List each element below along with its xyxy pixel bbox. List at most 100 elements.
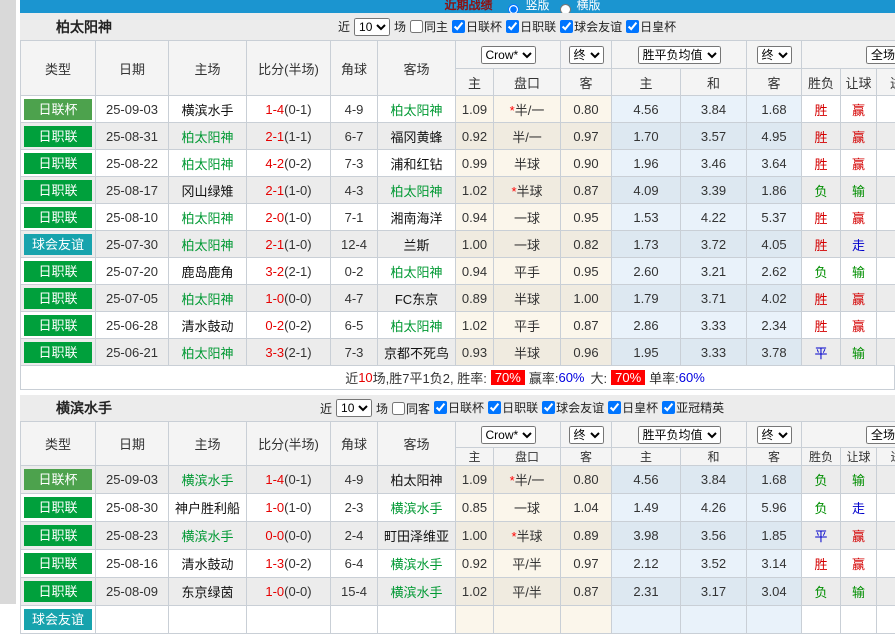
score-cell — [247, 606, 331, 634]
final-odds-select-2[interactable]: 终 — [757, 426, 792, 444]
same-venue-checkbox[interactable]: 同客 — [392, 400, 430, 417]
odds-company-select[interactable]: Crow* — [481, 426, 536, 444]
section-header: 柏太阳神 近 10 场 同主 日联杯日职联球会友谊日皇杯 — [20, 13, 895, 40]
sub-home-odds: 主 — [456, 448, 494, 466]
cup-checkbox[interactable]: 日皇杯 — [626, 18, 676, 35]
home-team-cell: 清水鼓动 — [169, 312, 247, 339]
home-team-link[interactable]: 神户胜利船 — [175, 501, 240, 516]
away-odds-cell: 1.00 — [561, 285, 612, 312]
corner-cell: 6-4 — [331, 550, 378, 578]
cup-filter-group: 日联杯日职联球会友谊日皇杯亚冠精英 — [430, 399, 724, 417]
away-team-link[interactable]: FC东京 — [395, 292, 438, 307]
sub-handicap: 盘口 — [494, 69, 561, 96]
home-team-link[interactable]: 鹿岛鹿角 — [181, 265, 233, 280]
corner-cell: 6-7 — [331, 123, 378, 150]
final-odds-select-1[interactable]: 终 — [569, 46, 604, 64]
over-rate-label: 大: — [591, 368, 608, 387]
home-team-link[interactable]: 东京绿茵 — [181, 585, 233, 600]
final-odds-select-2[interactable]: 终 — [757, 46, 792, 64]
away-team-link[interactable]: 町田泽维亚 — [384, 529, 449, 544]
home-team-link[interactable]: 清水鼓动 — [181, 319, 233, 334]
date-cell: 25-08-09 — [96, 578, 169, 606]
handicap-result: 输 — [852, 265, 865, 280]
away-team-link[interactable]: 横滨水手 — [390, 585, 442, 600]
final-odds-select-1[interactable]: 终 — [569, 426, 604, 444]
wdl-result: 平 — [814, 346, 827, 361]
home-odds-cell: 1.02 — [456, 312, 494, 339]
cup-checkbox[interactable]: 亚冠精英 — [662, 399, 724, 416]
home-team-link[interactable]: 柏太阳神 — [181, 346, 233, 361]
home-team-link[interactable]: 冈山绿雉 — [181, 184, 233, 199]
summary-record: 场,胜7平1负2, 胜率: — [373, 368, 487, 387]
col-date: 日期 — [96, 41, 169, 96]
col-date: 日期 — [96, 422, 169, 466]
away-team-link[interactable]: 横滨水手 — [390, 557, 442, 572]
cup-checkbox[interactable]: 球会友谊 — [560, 18, 622, 35]
handicap-cell: 平/半 — [494, 578, 561, 606]
away-team-link[interactable]: 柏太阳神 — [390, 184, 442, 199]
avg-odds-select[interactable]: 胜平负均值 — [638, 426, 721, 444]
scope-select[interactable]: 全场 — [866, 46, 895, 64]
home-team-link[interactable]: 柏太阳神 — [181, 238, 233, 253]
handicap-result-cell: 输 — [841, 339, 877, 366]
away-team-link[interactable]: 湘南海洋 — [390, 211, 442, 226]
wdl-result-cell: 胜 — [802, 123, 841, 150]
away-team-link[interactable]: 柏太阳神 — [390, 473, 442, 488]
away-team-link[interactable]: 兰斯 — [403, 238, 429, 253]
cup-checkbox[interactable]: 日职联 — [506, 18, 556, 35]
cup-checkbox[interactable]: 日联杯 — [452, 18, 502, 35]
away-team-link[interactable]: 柏太阳神 — [390, 319, 442, 334]
halftime-score: (2-1) — [284, 345, 311, 360]
cup-checkbox[interactable]: 日联杯 — [434, 399, 484, 416]
date-cell: 25-09-03 — [96, 466, 169, 494]
wdl-result: 胜 — [814, 211, 827, 226]
wdl-result-cell: 负 — [802, 578, 841, 606]
handicap-result: 走 — [852, 238, 865, 253]
date-cell: 25-06-21 — [96, 339, 169, 366]
filter-bar: 近 10 场 同主 日联杯日职联球会友谊日皇杯 — [338, 18, 676, 36]
home-team-link[interactable]: 柏太阳神 — [181, 211, 233, 226]
home-team-link[interactable]: 横滨水手 — [181, 103, 233, 118]
home-team-link[interactable]: 柏太阳神 — [181, 130, 233, 145]
handicap-cell: 半球 — [494, 339, 561, 366]
corner-cell: 2-3 — [331, 494, 378, 522]
cup-checkbox[interactable]: 球会友谊 — [542, 399, 604, 416]
avg-draw-odds-cell: 3.46 — [681, 150, 747, 177]
home-team-link[interactable]: 横滨水手 — [181, 529, 233, 544]
summary-count: 10 — [358, 370, 372, 385]
match-count-select[interactable]: 10 — [336, 399, 372, 417]
cup-label: 日皇杯 — [640, 18, 676, 35]
away-team-link[interactable]: 福冈黄蜂 — [390, 130, 442, 145]
same-venue-checkbox[interactable]: 同主 — [410, 18, 448, 35]
handicap-result-cell: 走 — [841, 231, 877, 258]
vertical-layout-radio[interactable] — [508, 4, 519, 13]
away-team-link[interactable]: 浦和红钻 — [390, 157, 442, 172]
away-team-link[interactable]: 柏太阳神 — [390, 265, 442, 280]
date-cell: 25-08-16 — [96, 550, 169, 578]
handicap-result-cell — [841, 606, 877, 634]
cup-checkbox[interactable]: 日皇杯 — [608, 399, 658, 416]
halftime-score: (1-0) — [284, 237, 311, 252]
score-cell: 2-0(1-0) — [247, 204, 331, 231]
home-team-link[interactable]: 柏太阳神 — [181, 292, 233, 307]
match-count-select[interactable]: 10 — [354, 18, 390, 36]
horizontal-layout-radio[interactable] — [560, 4, 571, 13]
date-cell: 25-08-10 — [96, 204, 169, 231]
avg-away-odds-cell: 5.37 — [747, 204, 802, 231]
away-team-link[interactable]: 京都不死鸟 — [384, 346, 449, 361]
home-team-link[interactable]: 清水鼓动 — [181, 557, 233, 572]
away-team-link[interactable]: 横滨水手 — [390, 501, 442, 516]
games-label: 场 — [376, 400, 388, 417]
home-team-link[interactable]: 横滨水手 — [181, 473, 233, 488]
cup-checkbox[interactable]: 日职联 — [488, 399, 538, 416]
summary-text: 近 — [345, 368, 358, 387]
wdl-result-cell: 负 — [802, 466, 841, 494]
match-row: 日职联25-08-17冈山绿雉2-1(1-0)4-3柏太阳神1.02*半球0.8… — [21, 177, 895, 204]
scope-select[interactable]: 全场 — [866, 426, 895, 444]
goals-cell — [877, 150, 895, 177]
home-odds-cell: 1.02 — [456, 578, 494, 606]
odds-company-select[interactable]: Crow* — [481, 46, 536, 64]
home-team-link[interactable]: 柏太阳神 — [181, 157, 233, 172]
avg-odds-select[interactable]: 胜平负均值 — [638, 46, 721, 64]
away-team-link[interactable]: 柏太阳神 — [390, 103, 442, 118]
